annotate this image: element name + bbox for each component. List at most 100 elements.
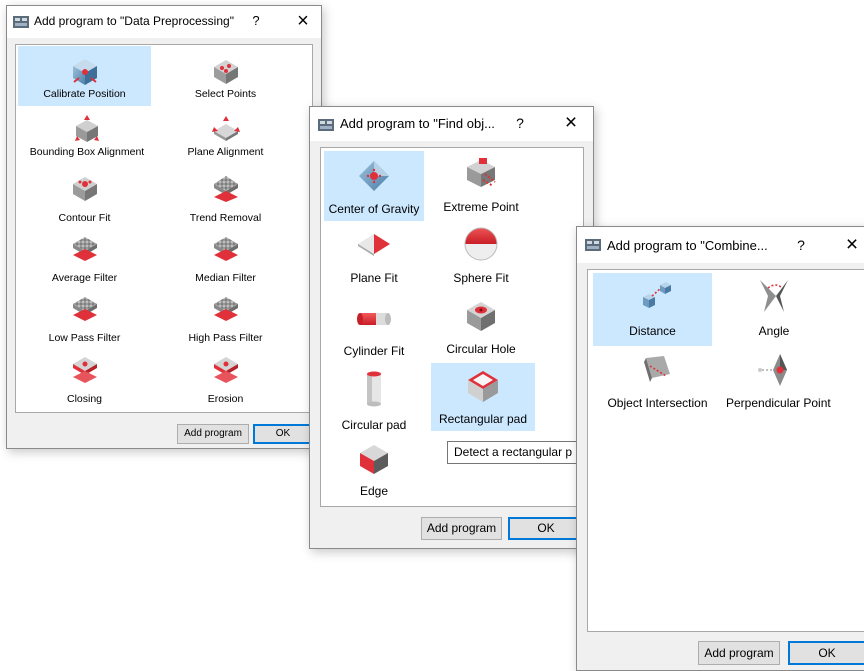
program-item-center-of-gravity[interactable]: Center of Gravity (324, 151, 424, 221)
item-label: Closing (66, 393, 103, 405)
program-list: Calibrate Position Select Points Boundin… (15, 44, 313, 413)
title-bar: Add program to "Find obj... ? × (310, 107, 593, 141)
program-item-cylinder-fit[interactable]: Cylinder Fit (324, 297, 424, 367)
program-item-sphere-fit[interactable]: Sphere Fit (431, 224, 531, 294)
perpendicular-point-icon (758, 354, 787, 386)
add-program-button[interactable]: Add program (177, 424, 249, 444)
item-label: Median Filter (195, 272, 256, 284)
item-label: Distance (629, 324, 676, 338)
item-label: Angle (758, 324, 790, 338)
median-filter-icon (213, 237, 238, 261)
item-label: High Pass Filter (188, 332, 263, 344)
app-icon (585, 238, 601, 257)
program-item-perpendicular-point[interactable]: Perpendicular Point (726, 350, 831, 420)
program-item-bounding-box-alignment[interactable]: Bounding Box Alignment (18, 107, 156, 167)
title-bar: Add program to "Data Preprocessing" ? × (7, 6, 321, 38)
calibrate-position-icon (72, 59, 97, 85)
cylinder-fit-icon (357, 313, 391, 325)
item-label: Center of Gravity (328, 202, 420, 216)
program-item-low-pass-filter[interactable]: Low Pass Filter (18, 290, 151, 350)
distance-icon (642, 282, 671, 308)
app-icon (13, 15, 29, 34)
item-label: Low Pass Filter (48, 332, 121, 344)
title-bar: Add program to "Combine... ? × (577, 227, 864, 263)
dialog-combine: Add program to "Combine... ? × Distance … (576, 226, 864, 671)
program-item-calibrate-position[interactable]: Calibrate Position (18, 46, 151, 106)
closing-icon (72, 357, 97, 383)
item-label: Calibrate Position (43, 88, 126, 100)
plane-alignment-icon (211, 116, 240, 141)
erosion-icon (213, 357, 238, 383)
dialog-title: Add program to "Combine... (607, 238, 768, 253)
item-label: Sphere Fit (453, 271, 509, 285)
item-label: Circular Hole (446, 342, 516, 356)
dialog-title: Add program to "Find obj... (340, 116, 495, 131)
circular-pad-icon (367, 371, 381, 407)
object-intersection-icon (643, 356, 670, 382)
item-label: Edge (359, 484, 389, 498)
item-label: Select Points (194, 88, 257, 100)
program-item-plane-alignment[interactable]: Plane Alignment (159, 107, 292, 167)
program-item-angle[interactable]: Angle (722, 273, 826, 346)
program-item-rectangular-pad[interactable]: Rectangular pad (431, 363, 535, 431)
item-label: Plane Alignment (187, 146, 264, 158)
program-list: Distance Angle Object Intersection Perpe… (587, 269, 864, 632)
tooltip-text: Detect a rectangular p (454, 445, 573, 459)
ok-button[interactable]: OK (788, 641, 864, 665)
rectangular-pad-icon (468, 371, 498, 402)
program-item-median-filter[interactable]: Median Filter (159, 230, 292, 290)
average-filter-icon (72, 237, 97, 261)
low-pass-filter-icon (72, 297, 97, 321)
program-item-circular-hole[interactable]: Circular Hole (431, 297, 531, 367)
close-button[interactable]: × (291, 10, 315, 33)
program-item-trend-removal[interactable]: Trend Removal (159, 169, 292, 229)
program-item-circular-pad[interactable]: Circular pad (324, 368, 424, 438)
program-item-erosion[interactable]: Erosion (159, 351, 292, 411)
high-pass-filter-icon (213, 297, 238, 321)
tooltip: Detect a rectangular p (447, 441, 595, 464)
program-item-closing[interactable]: Closing (18, 351, 151, 411)
ok-button[interactable]: OK (253, 424, 313, 444)
help-button[interactable]: ? (790, 237, 812, 253)
item-label: Rectangular pad (438, 412, 528, 426)
item-label: Trend Removal (189, 212, 262, 224)
select-points-icon (213, 60, 238, 84)
item-label: Perpendicular Point (726, 396, 831, 410)
program-item-edge[interactable]: Edge (324, 440, 424, 504)
item-label: Plane Fit (350, 271, 398, 285)
extreme-point-icon (467, 158, 496, 187)
item-label: Average Filter (51, 272, 118, 284)
center-of-gravity-icon (359, 161, 389, 191)
contour-fit-icon (72, 177, 97, 201)
program-item-extreme-point[interactable]: Extreme Point (431, 151, 531, 221)
help-button[interactable]: ? (245, 13, 267, 28)
item-label: Circular pad (341, 418, 407, 432)
circular-hole-icon (467, 302, 495, 331)
item-label: Object Intersection (607, 396, 708, 410)
sphere-fit-icon (464, 227, 498, 261)
item-label: Erosion (207, 393, 244, 405)
program-item-average-filter[interactable]: Average Filter (18, 230, 151, 290)
edge-icon (360, 445, 388, 474)
trend-removal-icon (213, 176, 238, 202)
item-label: Cylinder Fit (343, 344, 405, 358)
program-item-object-intersection[interactable]: Object Intersection (598, 350, 717, 420)
add-program-button[interactable]: Add program (421, 517, 502, 540)
program-item-contour-fit[interactable]: Contour Fit (18, 169, 151, 229)
item-label: Extreme Point (443, 200, 519, 214)
help-button[interactable]: ? (509, 115, 531, 131)
dialog-find-objects: Add program to "Find obj... ? × Center o… (309, 106, 595, 549)
dialog-data-preprocessing: Add program to "Data Preprocessing" ? × … (6, 5, 322, 449)
add-program-button[interactable]: Add program (698, 641, 780, 665)
app-icon (318, 118, 334, 137)
program-item-distance[interactable]: Distance (593, 273, 712, 346)
close-button[interactable]: × (558, 111, 584, 135)
ok-button[interactable]: OK (508, 517, 584, 540)
program-item-plane-fit[interactable]: Plane Fit (324, 224, 424, 294)
dialog-title: Add program to "Data Preprocessing" (34, 14, 234, 28)
program-item-high-pass-filter[interactable]: High Pass Filter (159, 290, 292, 350)
angle-icon (760, 280, 788, 312)
plane-fit-icon (358, 234, 390, 256)
program-item-select-points[interactable]: Select Points (159, 46, 292, 106)
close-button[interactable]: × (839, 233, 864, 257)
